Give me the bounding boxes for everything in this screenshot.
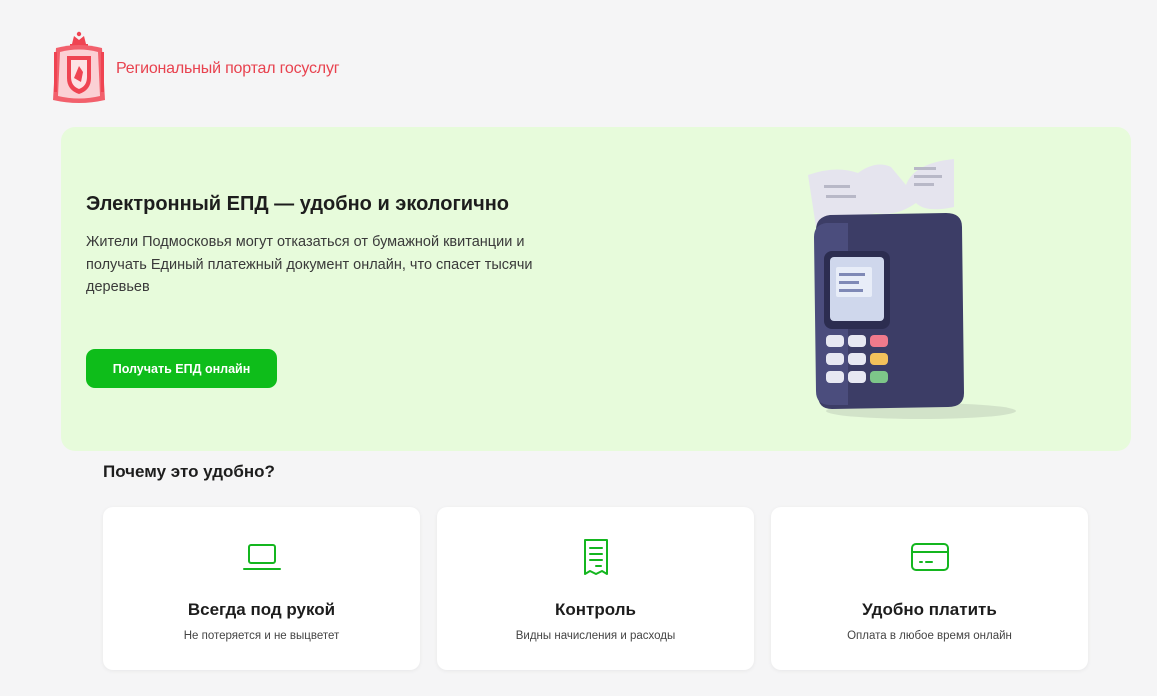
feature-subtitle: Не потеряется и не выцветет (183, 630, 340, 642)
feature-card-always-at-hand: Всегда под рукой Не потеряется и не выцв… (103, 507, 420, 670)
feature-subtitle: Видны начисления и расходы (515, 630, 676, 642)
laptop-icon (242, 544, 281, 570)
hero-description: Жители Подмосковья могут отказаться от б… (86, 234, 533, 295)
feature-card-control: Контроль Видны начисления и расходы (437, 507, 754, 670)
portal-title[interactable]: Региональный портал госуслуг (116, 60, 340, 78)
hero-title: Электронный ЕПД — удобно и экологично (86, 193, 509, 215)
why-convenient-heading: Почему это удобно? (103, 462, 275, 481)
feature-card-convenient-payment: Удобно платить Оплата в любое время онла… (771, 507, 1088, 670)
get-epd-online-button[interactable]: Получать ЕПД онлайн (86, 349, 277, 388)
feature-title: Удобно платить (862, 600, 997, 619)
site-header: Региональный портал госуслуг (50, 30, 340, 106)
feature-subtitle: Оплата в любое время онлайн (847, 630, 1012, 642)
payment-terminal-illustration (808, 159, 1016, 419)
hero-banner: Электронный ЕПД — удобно и экологично Жи… (61, 127, 1131, 451)
moscow-oblast-coat-of-arms-icon[interactable] (50, 30, 108, 106)
feature-title: Контроль (555, 600, 636, 619)
credit-card-icon (910, 543, 949, 571)
feature-title: Всегда под рукой (187, 600, 336, 619)
receipt-icon (583, 539, 608, 575)
